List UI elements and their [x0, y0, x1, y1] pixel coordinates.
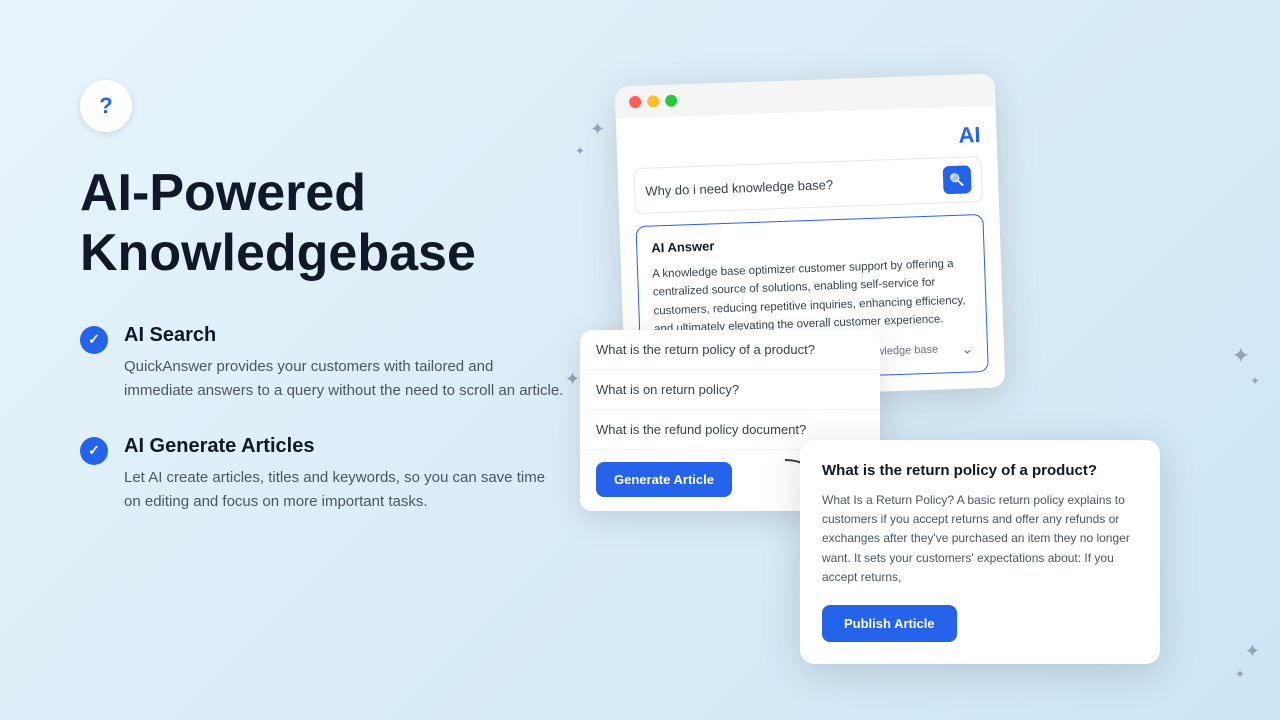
ai-logo: AI	[632, 122, 981, 160]
feature-list: AI Search QuickAnswer provides your cust…	[80, 324, 640, 514]
search-button[interactable]	[943, 165, 972, 194]
chevron-down-icon: ⌄	[961, 340, 973, 357]
search-bar: Why do i need knowledge base?	[633, 156, 982, 214]
right-panel: AI Why do i need knowledge base? AI Answ…	[560, 0, 1280, 720]
sparkle-8: ✦	[1235, 668, 1245, 680]
ai-answer-text: A knowledge base optimizer customer supp…	[652, 254, 972, 339]
sparkle-1: ✦	[590, 120, 605, 138]
feature-desc-ai-generate: Let AI create articles, titles and keywo…	[124, 466, 564, 514]
hero-title-line1: AI-Powered	[80, 164, 366, 222]
suggestion-item-1[interactable]: What is the return policy of a product?	[580, 330, 880, 370]
feature-desc-ai-search: QuickAnswer provides your customers with…	[124, 355, 564, 403]
feature-title-ai-generate: AI Generate Articles	[124, 435, 564, 458]
article-body: What Is a Return Policy? A basic return …	[822, 491, 1138, 587]
dot-yellow	[647, 95, 659, 107]
sparkle-5: ✦	[1232, 345, 1250, 367]
hero-title: AI-Powered Knowledgebase	[80, 164, 640, 284]
generate-article-button[interactable]: Generate Article	[596, 462, 732, 497]
feature-title-ai-search: AI Search	[124, 324, 564, 347]
sparkle-6: ✦	[1250, 375, 1260, 387]
sparkle-3: ✦	[565, 370, 580, 388]
hero-title-line2: Knowledgebase	[80, 224, 476, 282]
question-mark: ?	[99, 93, 112, 119]
publish-article-button[interactable]: Publish Article	[822, 605, 957, 642]
feature-item-ai-generate: AI Generate Articles Let AI create artic…	[80, 435, 640, 514]
question-icon: ?	[80, 80, 132, 132]
feature-content-ai-generate: AI Generate Articles Let AI create artic…	[124, 435, 564, 514]
sparkle-7: ✦	[1245, 642, 1260, 660]
feature-content-ai-search: AI Search QuickAnswer provides your cust…	[124, 324, 564, 403]
article-preview-window: What is the return policy of a product? …	[800, 440, 1160, 664]
feature-item-ai-search: AI Search QuickAnswer provides your cust…	[80, 324, 640, 403]
check-icon-ai-search	[80, 326, 108, 354]
search-query-text: Why do i need knowledge base?	[645, 173, 935, 198]
article-title: What is the return policy of a product?	[822, 462, 1138, 479]
dot-green	[665, 95, 677, 107]
ai-answer-title: AI Answer	[651, 229, 969, 255]
left-panel: ? AI-Powered Knowledgebase AI Search Qui…	[80, 80, 640, 514]
dot-red	[629, 96, 641, 108]
check-icon-ai-generate	[80, 437, 108, 465]
suggestion-item-2[interactable]: What is on return policy?	[580, 370, 880, 410]
sparkle-2: ✦	[575, 145, 585, 157]
